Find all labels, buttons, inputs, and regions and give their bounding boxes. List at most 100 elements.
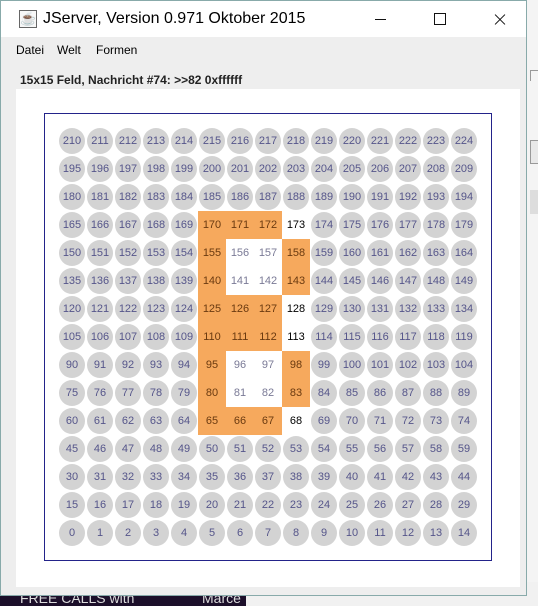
- grid-cell[interactable]: 209: [450, 155, 478, 183]
- grid-cell[interactable]: 163: [422, 239, 450, 267]
- grid-cell[interactable]: 103: [422, 351, 450, 379]
- grid-cell[interactable]: 146: [366, 267, 394, 295]
- grid-cell[interactable]: 165: [58, 211, 86, 239]
- grid-cell[interactable]: 104: [450, 351, 478, 379]
- grid-cell[interactable]: 154: [170, 239, 198, 267]
- grid-cell[interactable]: 25: [338, 491, 366, 519]
- grid-cell[interactable]: 27: [394, 491, 422, 519]
- grid-cell[interactable]: 194: [450, 183, 478, 211]
- grid-cell[interactable]: 138: [142, 267, 170, 295]
- grid-cell[interactable]: 153: [142, 239, 170, 267]
- grid-cell[interactable]: 49: [170, 435, 198, 463]
- grid-cell[interactable]: 192: [394, 183, 422, 211]
- grid-cell[interactable]: 144: [310, 267, 338, 295]
- menu-welt[interactable]: Welt: [57, 43, 81, 57]
- grid-cell[interactable]: 53: [282, 435, 310, 463]
- grid-cell[interactable]: 58: [422, 435, 450, 463]
- grid-cell[interactable]: 14: [450, 519, 478, 547]
- grid-cell[interactable]: 148: [422, 267, 450, 295]
- grid-cell[interactable]: 60: [58, 407, 86, 435]
- grid-cell[interactable]: 34: [170, 463, 198, 491]
- grid-cell[interactable]: 178: [422, 211, 450, 239]
- grid-cell[interactable]: 44: [450, 463, 478, 491]
- grid-cell[interactable]: 188: [282, 183, 310, 211]
- grid-cell[interactable]: 70: [338, 407, 366, 435]
- grid-cell[interactable]: 196: [86, 155, 114, 183]
- grid-cell[interactable]: 74: [450, 407, 478, 435]
- grid-cell[interactable]: 173: [282, 211, 310, 239]
- grid-cell[interactable]: 59: [450, 435, 478, 463]
- grid-cell[interactable]: 152: [114, 239, 142, 267]
- grid-cell[interactable]: 199: [170, 155, 198, 183]
- grid-cell[interactable]: 137: [114, 267, 142, 295]
- grid-cell[interactable]: 81: [226, 379, 254, 407]
- grid-cell[interactable]: 169: [170, 211, 198, 239]
- grid-cell[interactable]: 222: [394, 127, 422, 155]
- grid-cell[interactable]: 213: [142, 127, 170, 155]
- grid-cell[interactable]: 89: [450, 379, 478, 407]
- grid-cell[interactable]: 99: [310, 351, 338, 379]
- grid-cell[interactable]: 177: [394, 211, 422, 239]
- grid-cell[interactable]: 157: [254, 239, 282, 267]
- grid-cell[interactable]: 48: [142, 435, 170, 463]
- grid-cell[interactable]: 110: [198, 323, 226, 351]
- grid-cell[interactable]: 127: [254, 295, 282, 323]
- grid-cell[interactable]: 40: [338, 463, 366, 491]
- grid-cell[interactable]: 20: [198, 491, 226, 519]
- grid-cell[interactable]: 35: [198, 463, 226, 491]
- grid-cell[interactable]: 184: [170, 183, 198, 211]
- grid-cell[interactable]: 18: [142, 491, 170, 519]
- grid-cell[interactable]: 13: [422, 519, 450, 547]
- grid-cell[interactable]: 201: [226, 155, 254, 183]
- grid-cell[interactable]: 204: [310, 155, 338, 183]
- grid-cell[interactable]: 112: [254, 323, 282, 351]
- grid-cell[interactable]: 179: [450, 211, 478, 239]
- grid-cell[interactable]: 42: [394, 463, 422, 491]
- grid-cell[interactable]: 39: [310, 463, 338, 491]
- grid-cell[interactable]: 47: [114, 435, 142, 463]
- grid-cell[interactable]: 193: [422, 183, 450, 211]
- grid-cell[interactable]: 128: [282, 295, 310, 323]
- menu-formen[interactable]: Formen: [96, 43, 137, 57]
- grid-cell[interactable]: 150: [58, 239, 86, 267]
- grid-cell[interactable]: 168: [142, 211, 170, 239]
- grid-cell[interactable]: 80: [198, 379, 226, 407]
- grid-cell[interactable]: 190: [338, 183, 366, 211]
- grid-cell[interactable]: 129: [310, 295, 338, 323]
- grid-cell[interactable]: 37: [254, 463, 282, 491]
- grid-cell[interactable]: 90: [58, 351, 86, 379]
- grid-cell[interactable]: 133: [422, 295, 450, 323]
- grid-cell[interactable]: 9: [310, 519, 338, 547]
- grid-cell[interactable]: 159: [310, 239, 338, 267]
- grid-cell[interactable]: 200: [198, 155, 226, 183]
- grid-cell[interactable]: 123: [142, 295, 170, 323]
- grid-cell[interactable]: 160: [338, 239, 366, 267]
- grid-cell[interactable]: 164: [450, 239, 478, 267]
- grid-cell[interactable]: 162: [394, 239, 422, 267]
- grid-cell[interactable]: 83: [282, 379, 310, 407]
- grid-cell[interactable]: 76: [86, 379, 114, 407]
- grid-cell[interactable]: 197: [114, 155, 142, 183]
- grid-cell[interactable]: 61: [86, 407, 114, 435]
- grid-cell[interactable]: 207: [394, 155, 422, 183]
- grid-cell[interactable]: 195: [58, 155, 86, 183]
- close-button[interactable]: [477, 1, 523, 37]
- grid-cell[interactable]: 16: [86, 491, 114, 519]
- grid-cell[interactable]: 93: [142, 351, 170, 379]
- grid-cell[interactable]: 114: [310, 323, 338, 351]
- grid-cell[interactable]: 218: [282, 127, 310, 155]
- grid-cell[interactable]: 96: [226, 351, 254, 379]
- grid-cell[interactable]: 67: [254, 407, 282, 435]
- grid-cell[interactable]: 124: [170, 295, 198, 323]
- grid-cell[interactable]: 100: [338, 351, 366, 379]
- grid-cell[interactable]: 2: [114, 519, 142, 547]
- grid-cell[interactable]: 108: [142, 323, 170, 351]
- grid-cell[interactable]: 43: [422, 463, 450, 491]
- grid-cell[interactable]: 36: [226, 463, 254, 491]
- grid-cell[interactable]: 111: [226, 323, 254, 351]
- grid-cell[interactable]: 73: [422, 407, 450, 435]
- grid-cell[interactable]: 15: [58, 491, 86, 519]
- grid-cell[interactable]: 33: [142, 463, 170, 491]
- grid-cell[interactable]: 101: [366, 351, 394, 379]
- grid-cell[interactable]: 180: [58, 183, 86, 211]
